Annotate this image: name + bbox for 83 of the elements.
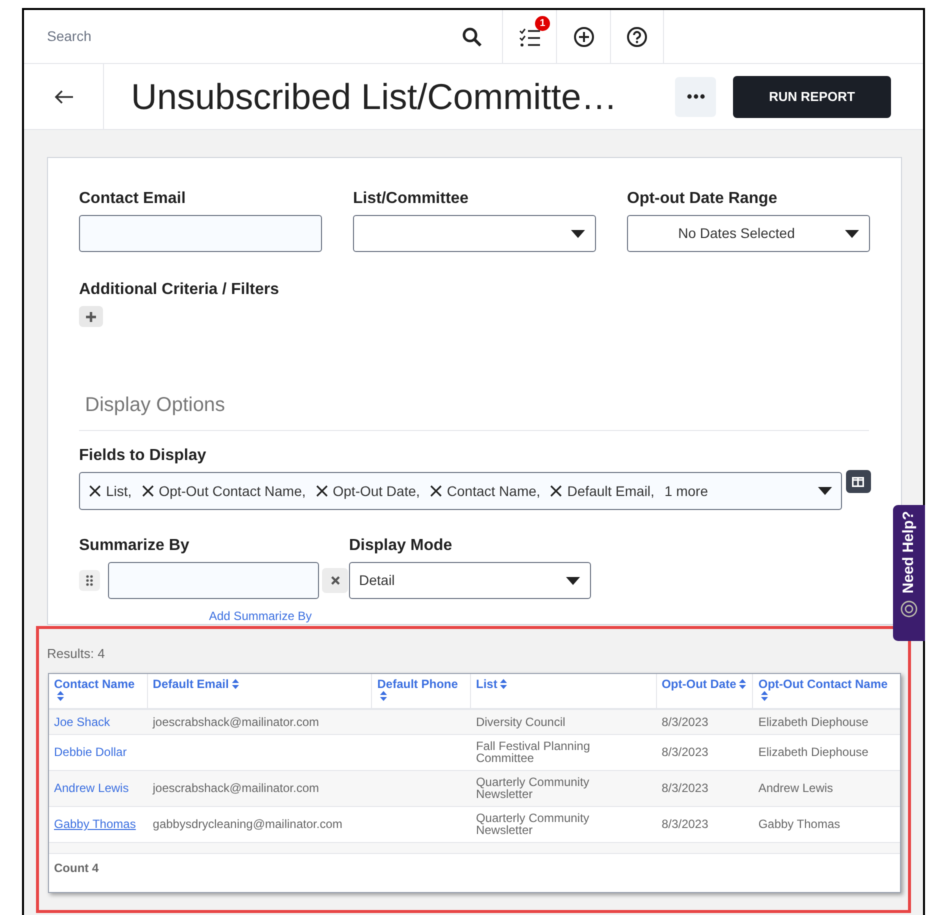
search-field[interactable]: Search bbox=[47, 26, 462, 47]
count-footer: Count 4 bbox=[49, 854, 900, 876]
close-icon bbox=[330, 576, 340, 585]
table-cell-text: Elizabeth Diephouse bbox=[757, 746, 870, 758]
table-cell-text: Fall Festival Planning Committee bbox=[474, 740, 591, 764]
table-cell-text: joescrabshack@mailinator.com bbox=[152, 716, 320, 728]
table-cell-text: gabbysdrycleaning@mailinator.com bbox=[152, 818, 344, 830]
results-count: Results: 4 bbox=[47, 645, 106, 663]
field-tag[interactable]: Contact Name, bbox=[430, 480, 540, 502]
sort-icon[interactable] bbox=[500, 679, 508, 690]
contact-link[interactable]: Debbie Dollar bbox=[54, 745, 127, 759]
clear-button[interactable] bbox=[322, 568, 348, 593]
table-cell-text: joescrabshack@mailinator.com bbox=[152, 782, 320, 794]
sort-icon[interactable] bbox=[761, 691, 768, 702]
column-header[interactable]: Opt-Out Contact Name bbox=[753, 674, 900, 708]
caret-icon bbox=[566, 576, 580, 584]
sort-icon[interactable] bbox=[57, 691, 64, 702]
help-icon[interactable] bbox=[626, 26, 648, 48]
field-tag[interactable]: Opt-Out Contact Name, bbox=[142, 480, 306, 502]
run-report-button[interactable]: RUN REPORT bbox=[733, 76, 891, 118]
table-cell-text: Quarterly Community Newsletter bbox=[474, 812, 590, 836]
lifebuoy-icon bbox=[900, 600, 918, 618]
input-field[interactable] bbox=[79, 215, 322, 252]
checklist-icon[interactable] bbox=[518, 26, 540, 46]
sort-icon[interactable] bbox=[739, 679, 746, 690]
remove-icon[interactable] bbox=[89, 485, 101, 497]
field-label: Opt-out Date Range bbox=[627, 189, 778, 209]
table-cell-text: 8/3/2023 bbox=[660, 716, 710, 728]
column-header[interactable]: List bbox=[471, 674, 657, 708]
column-header[interactable]: Default Phone bbox=[372, 674, 472, 708]
remove-icon[interactable] bbox=[430, 485, 442, 497]
page-title: Unsubscribed List/Committe… bbox=[131, 74, 618, 118]
plus-icon bbox=[86, 312, 96, 322]
need-help-tab[interactable]: Need Help? bbox=[893, 505, 925, 641]
section-label: Additional Criteria / Filters bbox=[79, 280, 280, 300]
dropdown[interactable]: No Dates Selected bbox=[627, 215, 870, 252]
column-header[interactable]: Contact Name bbox=[49, 674, 148, 708]
table-cell-text: Andrew Lewis bbox=[757, 782, 834, 794]
caret-icon bbox=[818, 487, 832, 495]
columns-button[interactable] bbox=[846, 470, 871, 493]
remove-icon[interactable] bbox=[142, 485, 154, 497]
back-arrow-icon[interactable] bbox=[54, 88, 74, 104]
sort-icon[interactable] bbox=[380, 691, 388, 702]
dropdown[interactable]: Detail bbox=[349, 562, 591, 599]
more-icon bbox=[686, 94, 704, 99]
add-icon[interactable] bbox=[572, 26, 594, 48]
table-cell-text: Elizabeth Diephouse bbox=[757, 716, 870, 728]
field-label: Contact Email bbox=[79, 189, 187, 209]
dropdown[interactable] bbox=[353, 215, 596, 252]
column-header[interactable]: Opt-Out Date bbox=[656, 674, 754, 708]
field-tag[interactable]: List, bbox=[89, 480, 132, 502]
notification-badge: 1 bbox=[535, 16, 550, 31]
table-cell-text: 8/3/2023 bbox=[660, 782, 710, 794]
table-cell-text: Quarterly Community Newsletter bbox=[474, 776, 590, 800]
section-heading: Display Options bbox=[79, 390, 869, 431]
contact-link[interactable]: Gabby Thomas bbox=[54, 817, 136, 831]
table-cell-text: Diversity Council bbox=[474, 716, 566, 728]
column-header[interactable]: Default Email bbox=[148, 674, 372, 708]
field-label: Fields to Display bbox=[79, 446, 208, 466]
search-icon[interactable] bbox=[462, 26, 482, 46]
contact-link[interactable]: Joe Shack bbox=[54, 714, 110, 728]
fields-multiselect[interactable]: List, Opt-Out Contact Name, Opt-Out Date, Contact Name, Default Email, 1 more bbox=[79, 472, 842, 510]
field-label: Display Mode bbox=[349, 536, 454, 556]
remove-icon[interactable] bbox=[316, 485, 328, 497]
caret-icon bbox=[571, 230, 585, 238]
add-summarize-link[interactable]: Add Summarize By bbox=[209, 609, 312, 623]
table-cell-text: Gabby Thomas bbox=[757, 818, 842, 830]
field-tag[interactable]: Opt-Out Date, bbox=[316, 480, 420, 502]
sort-icon[interactable] bbox=[232, 679, 239, 690]
more-count: 1 more bbox=[664, 482, 708, 500]
table-cell-text: 8/3/2023 bbox=[660, 746, 710, 758]
input-field[interactable] bbox=[108, 562, 319, 599]
table-cell-text: 8/3/2023 bbox=[660, 818, 710, 830]
field-label: Summarize By bbox=[79, 536, 190, 556]
add-filter-button[interactable] bbox=[79, 306, 103, 327]
field-tag[interactable]: Default Email, bbox=[550, 480, 654, 502]
more-button[interactable] bbox=[675, 76, 716, 116]
caret-icon bbox=[845, 230, 859, 238]
drag-handle-icon[interactable] bbox=[79, 570, 100, 591]
contact-link[interactable]: Andrew Lewis bbox=[54, 781, 129, 795]
field-label: List/Committee bbox=[353, 189, 470, 209]
remove-icon[interactable] bbox=[550, 485, 562, 497]
columns-icon bbox=[852, 476, 864, 486]
